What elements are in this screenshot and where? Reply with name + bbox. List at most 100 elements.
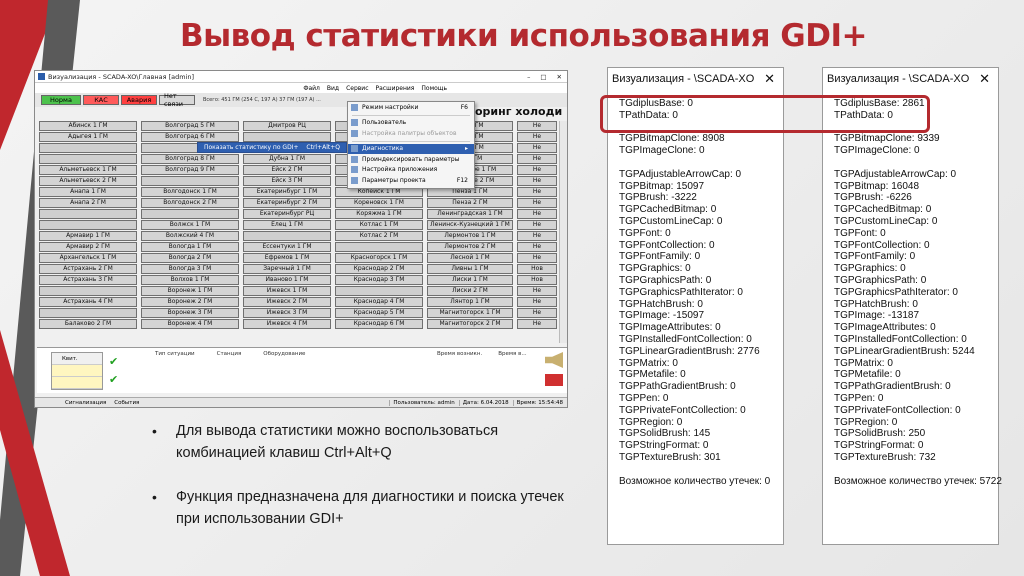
station-button[interactable]: Альметьевск 1 ГМ — [39, 165, 137, 175]
tab-events[interactable]: События — [114, 400, 139, 406]
station-button[interactable]: Котлас 1 ГМ — [335, 220, 423, 230]
station-button[interactable] — [39, 143, 137, 153]
station-button[interactable]: Воронеж 3 ГМ — [141, 308, 239, 318]
station-button[interactable]: Краснодар 4 ГМ — [335, 297, 423, 307]
station-button[interactable]: Не — [517, 231, 557, 241]
station-button[interactable]: Волжский 4 ГМ — [141, 231, 239, 241]
speaker-icon[interactable] — [545, 352, 563, 368]
station-button[interactable]: Елец 1 ГМ — [243, 220, 331, 230]
station-button[interactable]: Анапа 2 ГМ — [39, 198, 137, 208]
station-button[interactable]: Краснодар 3 ГМ — [335, 275, 423, 285]
tab-alarms[interactable]: Сигнализация — [65, 400, 106, 406]
station-button[interactable]: Вологда 2 ГМ — [141, 253, 239, 263]
context-menu-item[interactable]: Пользователь — [348, 118, 474, 129]
station-button[interactable]: Ленинградская 1 ГМ — [427, 209, 513, 219]
station-button[interactable]: Коряжма 1 ГМ — [335, 209, 423, 219]
kas-button[interactable]: КАС — [83, 95, 119, 105]
station-button[interactable]: Красногорск 1 ГМ — [335, 253, 423, 263]
station-button[interactable] — [335, 242, 423, 252]
submenu-gdi-stats[interactable]: Показать статистику по GDI+ Ctrl+Alt+Q — [197, 142, 347, 153]
menu-file[interactable]: Файл — [303, 85, 320, 92]
close-icon[interactable]: ✕ — [764, 71, 783, 87]
station-button[interactable]: Лермонтов 2 ГМ — [427, 242, 513, 252]
alarm-button[interactable]: Авария — [121, 95, 157, 105]
station-button[interactable]: Ессентуки 1 ГМ — [243, 242, 331, 252]
station-button[interactable]: Краснодар 5 ГМ — [335, 308, 423, 318]
station-button[interactable] — [39, 220, 137, 230]
menu-help[interactable]: Помощь — [421, 85, 447, 92]
menu-view[interactable]: Вид — [327, 85, 339, 92]
station-button[interactable]: Не — [517, 220, 557, 230]
station-button[interactable] — [39, 209, 137, 219]
check-icon[interactable]: ✔ — [109, 356, 120, 367]
station-button[interactable]: Не — [517, 121, 557, 131]
station-button[interactable] — [335, 286, 423, 296]
station-button[interactable]: Не — [517, 319, 557, 329]
context-menu-item[interactable]: Параметры проекта F12 — [348, 175, 474, 186]
col-type[interactable]: Тип ситуации — [155, 351, 195, 357]
station-button[interactable]: Екатеринбург РЦ — [243, 209, 331, 219]
norm-button[interactable]: Норма — [41, 95, 81, 105]
station-button[interactable]: Волгоград 5 ГМ — [141, 121, 239, 131]
station-button[interactable]: Заречный 1 ГМ — [243, 264, 331, 274]
minimize-icon[interactable]: – — [527, 73, 530, 81]
station-button[interactable] — [39, 286, 137, 296]
station-button[interactable]: Не — [517, 253, 557, 263]
station-button[interactable]: Не — [517, 132, 557, 142]
station-button[interactable]: Магнитогорск 1 ГМ — [427, 308, 513, 318]
station-button[interactable]: Волгодонск 1 ГМ — [141, 187, 239, 197]
station-button[interactable]: Волгоград 9 ГМ — [141, 165, 239, 175]
station-button[interactable]: Не — [517, 176, 557, 186]
context-menu-item[interactable]: Настройка приложения — [348, 165, 474, 176]
station-button[interactable]: Астрахань 4 ГМ — [39, 297, 137, 307]
station-button[interactable]: Волгоград 8 ГМ — [141, 154, 239, 164]
station-button[interactable]: Не — [517, 286, 557, 296]
col-equipment[interactable]: Оборудование — [263, 351, 305, 357]
station-button[interactable]: Вологда 1 ГМ — [141, 242, 239, 252]
station-button[interactable]: Не — [517, 143, 557, 153]
station-button[interactable]: Екатеринбург 1 ГМ — [243, 187, 331, 197]
col-station[interactable]: Станция — [217, 351, 242, 357]
station-button[interactable]: Волжск 1 ГМ — [141, 220, 239, 230]
station-button[interactable]: Армавир 1 ГМ — [39, 231, 137, 241]
station-button[interactable]: Волгодонск 2 ГМ — [141, 198, 239, 208]
station-button[interactable]: Магнитогорск 2 ГМ — [427, 319, 513, 329]
station-button[interactable]: Воронеж 4 ГМ — [141, 319, 239, 329]
station-button[interactable]: Дубна 1 ГМ — [243, 154, 331, 164]
station-button[interactable]: Лиски 1 ГМ — [427, 275, 513, 285]
station-button[interactable] — [243, 132, 331, 142]
ack-row[interactable] — [52, 365, 102, 377]
ack-row[interactable] — [52, 377, 102, 389]
station-button[interactable] — [39, 308, 137, 318]
noconn-button[interactable]: Нет связи — [159, 92, 195, 108]
check-all-icon[interactable]: ✔ — [109, 374, 120, 385]
station-button[interactable]: Ейск 3 ГМ — [243, 176, 331, 186]
col-time2[interactable]: Время в... — [498, 351, 526, 357]
station-button[interactable]: Абинск 1 ГМ — [39, 121, 137, 131]
station-button[interactable]: Котлас 2 ГМ — [335, 231, 423, 241]
station-button[interactable] — [243, 231, 331, 241]
station-button[interactable]: Ижевск 4 ГМ — [243, 319, 331, 329]
station-button[interactable]: Лесной 1 ГМ — [427, 253, 513, 263]
col-time[interactable]: Время возникн. — [437, 351, 482, 357]
station-button[interactable]: Балаково 2 ГМ — [39, 319, 137, 329]
station-button[interactable]: Адыгея 1 ГМ — [39, 132, 137, 142]
station-button[interactable]: Армавир 2 ГМ — [39, 242, 137, 252]
station-button[interactable]: Не — [517, 209, 557, 219]
station-button[interactable]: Ливны 1 ГМ — [427, 264, 513, 274]
menu-extensions[interactable]: Расширения — [376, 85, 415, 92]
station-button[interactable]: Волхов 1 ГМ — [141, 275, 239, 285]
station-button[interactable]: Иваново 1 ГМ — [243, 275, 331, 285]
context-menu-item[interactable]: Настройка палитры объектов — [348, 128, 474, 139]
station-button[interactable]: Анапа 1 ГМ — [39, 187, 137, 197]
station-button[interactable]: Дмитров РЦ — [243, 121, 331, 131]
station-button[interactable] — [141, 209, 239, 219]
grid-scrollbar[interactable] — [559, 121, 567, 343]
station-button[interactable]: Краснодар 2 ГМ — [335, 264, 423, 274]
station-button[interactable]: Краснодар 6 ГМ — [335, 319, 423, 329]
station-button[interactable]: Не — [517, 242, 557, 252]
station-button[interactable]: Не — [517, 308, 557, 318]
station-button[interactable]: Ефремов 1 ГМ — [243, 253, 331, 263]
context-menu-item[interactable]: Диагностика ▸ — [348, 143, 474, 154]
station-button[interactable]: Воронеж 2 ГМ — [141, 297, 239, 307]
